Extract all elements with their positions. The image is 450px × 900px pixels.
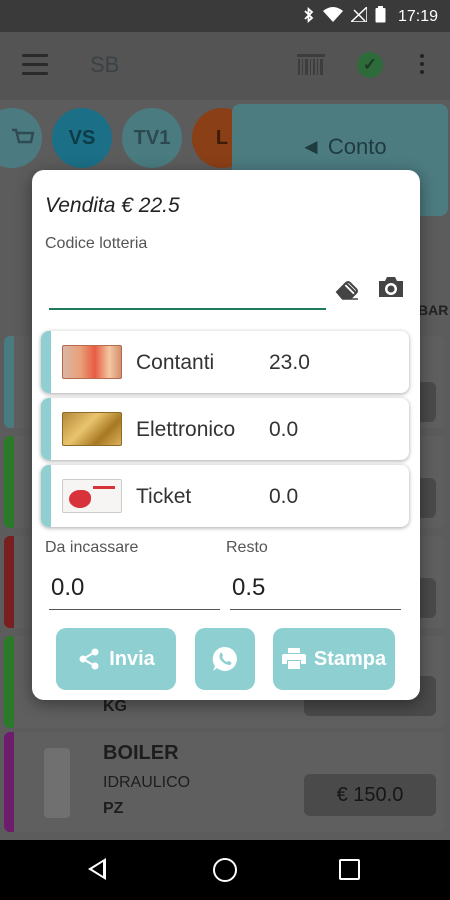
send-button[interactable]: Invia [56, 628, 176, 690]
payment-label: Contanti [136, 351, 215, 374]
app-title: SB [90, 52, 120, 77]
more-options-icon[interactable] [418, 54, 426, 78]
confirm-check-icon[interactable]: ✓ [357, 52, 383, 78]
payment-ticket-row[interactable]: Ticket 0.0 [41, 465, 409, 527]
bluetooth-icon [303, 6, 315, 27]
recents-icon[interactable] [339, 859, 360, 880]
status-time: 17:19 [397, 7, 438, 25]
payment-value[interactable]: 23.0 [269, 351, 310, 375]
whatsapp-icon [212, 646, 237, 671]
item-unit: PZ [103, 800, 124, 817]
battery-icon [375, 6, 386, 27]
home-icon[interactable] [213, 858, 237, 882]
print-button[interactable]: Stampa [273, 628, 395, 690]
resto-label: Resto [226, 539, 268, 556]
status-icons: 17:19 [303, 5, 438, 27]
list-item-boiler[interactable]: BOILER IDRAULICO PZ € 150.0 [4, 732, 444, 832]
item-price[interactable]: € 150.0 [304, 774, 436, 816]
back-icon[interactable] [88, 858, 106, 880]
print-button-label: Stampa [313, 647, 387, 670]
payment-dialog: Vendita € 22.5 Codice lotteria Contanti … [32, 170, 420, 700]
item-category: IDRAULICO [103, 774, 191, 791]
cart-chip[interactable] [0, 108, 42, 168]
list-header: BAR [418, 302, 449, 318]
payment-value[interactable]: 0.0 [269, 418, 298, 442]
payment-value[interactable]: 0.0 [269, 485, 298, 509]
meal-ticket-icon [62, 479, 122, 513]
da-incassare-field[interactable]: 0.0 [49, 568, 220, 610]
status-bar: 17:19 [0, 0, 450, 32]
lottery-code-label: Codice lotteria [45, 235, 148, 252]
menu-icon[interactable] [22, 54, 48, 76]
unit-label: KG [103, 698, 127, 715]
resto-field[interactable]: 0.5 [230, 568, 401, 610]
banknote-icon [62, 345, 122, 379]
boiler-image [44, 748, 70, 818]
wifi-icon [322, 7, 343, 26]
chip-vs[interactable]: VS [52, 108, 112, 168]
credit-card-icon [62, 412, 122, 446]
barcode-icon[interactable] [297, 54, 325, 78]
send-button-label: Invia [109, 647, 155, 670]
payment-electronic-row[interactable]: Elettronico 0.0 [41, 398, 409, 460]
cart-icon [12, 128, 35, 144]
app-bar: SB ✓ [0, 32, 450, 100]
payment-label: Ticket [136, 485, 192, 508]
navigation-bar [0, 840, 450, 900]
printer-icon [281, 648, 306, 669]
share-icon [79, 648, 99, 670]
item-name: BOILER [103, 742, 179, 764]
signal-off-icon [349, 5, 368, 26]
payment-label: Elettronico [136, 418, 236, 441]
dialog-title: Vendita € 22.5 [45, 194, 180, 217]
lottery-code-input[interactable] [49, 276, 326, 310]
chip-tv1[interactable]: TV1 [122, 108, 182, 168]
payment-cash-row[interactable]: Contanti 23.0 [41, 331, 409, 393]
camera-icon[interactable] [377, 274, 405, 300]
eraser-icon[interactable] [334, 278, 360, 300]
conto-label: ◄ Conto [300, 134, 387, 159]
da-incassare-label: Da incassare [45, 539, 139, 556]
whatsapp-button[interactable] [195, 628, 255, 690]
